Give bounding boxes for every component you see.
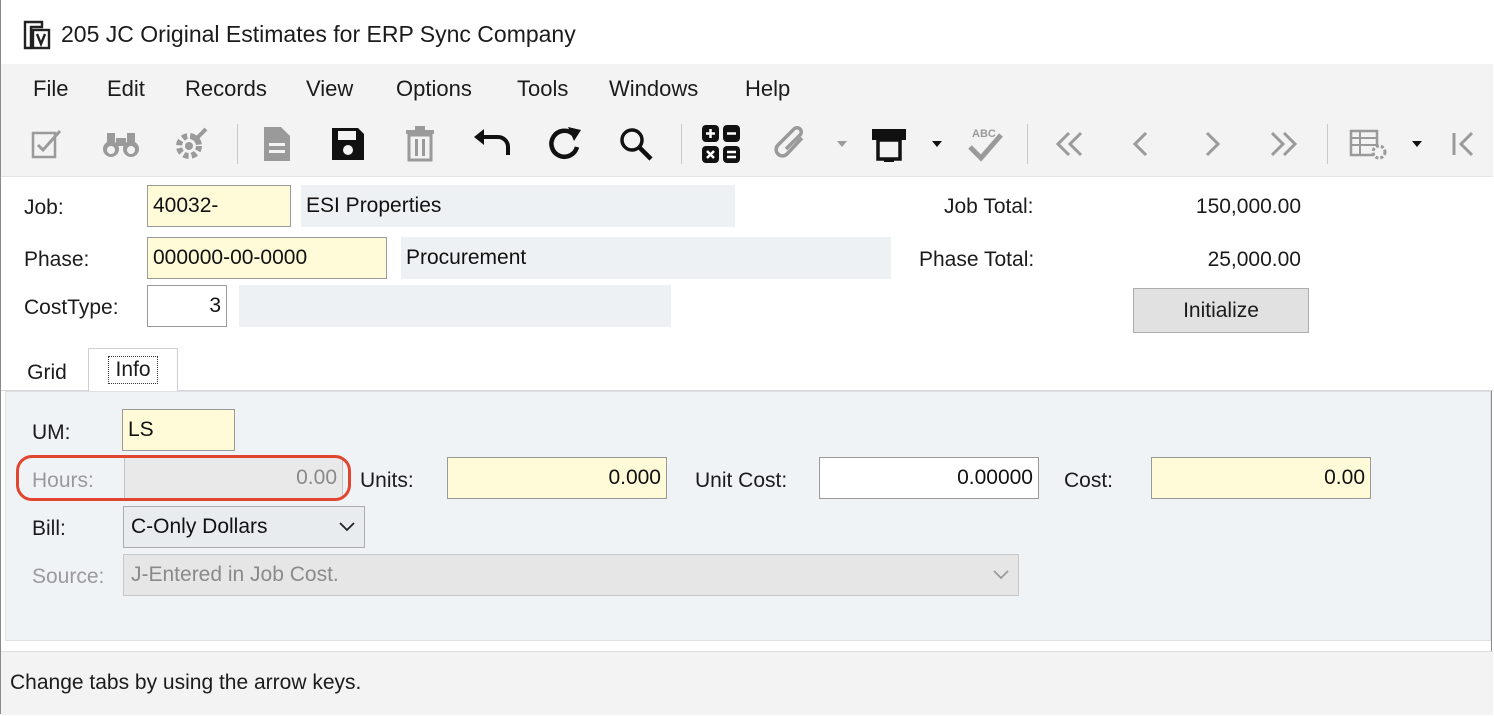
chevron-down-icon xyxy=(338,518,356,542)
menu-tools[interactable]: Tools xyxy=(517,76,568,102)
bill-select[interactable]: C-Only Dollars xyxy=(123,506,365,548)
source-label: Source: xyxy=(32,565,105,588)
costtype-label: CostType: xyxy=(24,296,119,319)
grid-settings-dropdown-icon[interactable] xyxy=(1410,134,1424,154)
tab-info[interactable]: Info xyxy=(88,348,178,391)
bill-select-value: C-Only Dollars xyxy=(131,515,268,538)
menu-file[interactable]: File xyxy=(33,76,68,102)
refresh-icon[interactable] xyxy=(543,122,587,166)
viewpoint-form-icon xyxy=(22,19,52,51)
costtype-input[interactable]: 3 xyxy=(147,285,227,327)
status-bar: Change tabs by using the arrow keys. xyxy=(1,651,1493,715)
tab-grid-label: Grid xyxy=(27,361,67,384)
hours-highlight-annotation xyxy=(16,455,351,501)
phase-total-value: 25,000.00 xyxy=(1207,248,1301,271)
attachment-icon[interactable] xyxy=(769,122,813,166)
search-icon[interactable] xyxy=(614,122,658,166)
phase-total-label: Phase Total: xyxy=(919,248,1035,271)
new-document-icon[interactable] xyxy=(255,122,299,166)
phase-input[interactable]: 000000-00-0000 xyxy=(147,237,387,279)
tab-grid[interactable]: Grid xyxy=(7,355,87,391)
menu-edit[interactable]: Edit xyxy=(107,76,145,102)
binoculars-icon[interactable] xyxy=(99,122,143,166)
job-total-value: 150,000.00 xyxy=(1195,195,1301,218)
title-bar: 205 JC Original Estimates for ERP Sync C… xyxy=(1,0,1493,64)
source-select-value: J-Entered in Job Cost. xyxy=(131,563,339,586)
last-record-icon[interactable] xyxy=(1262,122,1306,166)
um-input[interactable]: LS xyxy=(122,409,235,451)
phase-description: Procurement xyxy=(401,237,891,279)
units-input[interactable]: 0.000 xyxy=(447,457,667,499)
unit-cost-label: Unit Cost: xyxy=(695,469,788,492)
menu-records[interactable]: Records xyxy=(185,76,267,102)
tab-info-label: Info xyxy=(108,356,158,384)
toolbar-separator xyxy=(1027,124,1028,164)
spellcheck-icon[interactable]: ABC xyxy=(963,122,1007,166)
status-text: Change tabs by using the arrow keys. xyxy=(10,671,362,694)
next-record-icon[interactable] xyxy=(1190,122,1234,166)
checklist-icon[interactable] xyxy=(25,122,69,166)
calculator-icon[interactable] xyxy=(699,122,743,166)
phase-label: Phase: xyxy=(24,248,90,271)
collapse-icon[interactable] xyxy=(1441,122,1485,166)
units-label: Units: xyxy=(360,469,414,492)
job-total-label: Job Total: xyxy=(944,195,1034,218)
toolbar-separator xyxy=(1327,124,1328,164)
toolbar-separator xyxy=(681,124,682,164)
first-record-icon[interactable] xyxy=(1047,122,1091,166)
job-label: Job: xyxy=(24,196,64,219)
form-window: 205 JC Original Estimates for ERP Sync C… xyxy=(0,0,1493,715)
settings-icon[interactable] xyxy=(169,122,213,166)
print-dropdown-icon[interactable] xyxy=(930,134,944,154)
header-form: Job: 40032- ESI Properties Job Total: 15… xyxy=(1,177,1493,347)
print-icon[interactable] xyxy=(867,122,911,166)
undo-icon[interactable] xyxy=(470,122,514,166)
costtype-description xyxy=(239,285,671,327)
toolbar-separator xyxy=(237,124,238,164)
cost-label: Cost: xyxy=(1064,469,1114,492)
bill-label: Bill: xyxy=(32,517,66,540)
menu-view[interactable]: View xyxy=(306,76,353,102)
job-input[interactable]: 40032- xyxy=(147,185,291,227)
delete-icon[interactable] xyxy=(398,122,442,166)
um-label: UM: xyxy=(32,421,71,444)
tab-strip: Grid Info xyxy=(1,347,1493,391)
save-icon[interactable] xyxy=(326,122,370,166)
menu-options[interactable]: Options xyxy=(396,76,472,102)
unit-cost-input[interactable]: 0.00000 xyxy=(819,457,1039,499)
menu-windows[interactable]: Windows xyxy=(609,76,698,102)
menu-help[interactable]: Help xyxy=(745,76,790,102)
grid-settings-icon[interactable] xyxy=(1347,122,1391,166)
source-select: J-Entered in Job Cost. xyxy=(123,554,1019,596)
toolbar: ABC xyxy=(1,112,1493,177)
attachment-dropdown-icon[interactable] xyxy=(835,134,849,154)
window-title: 205 JC Original Estimates for ERP Sync C… xyxy=(61,21,576,47)
chevron-down-icon xyxy=(992,566,1010,590)
svg-text:ABC: ABC xyxy=(972,128,996,140)
job-description: ESI Properties xyxy=(301,185,735,227)
menu-bar: File Edit Records View Options Tools Win… xyxy=(1,64,1493,112)
previous-record-icon[interactable] xyxy=(1119,122,1163,166)
cost-input[interactable]: 0.00 xyxy=(1151,457,1371,499)
initialize-button[interactable]: Initialize xyxy=(1133,288,1309,333)
